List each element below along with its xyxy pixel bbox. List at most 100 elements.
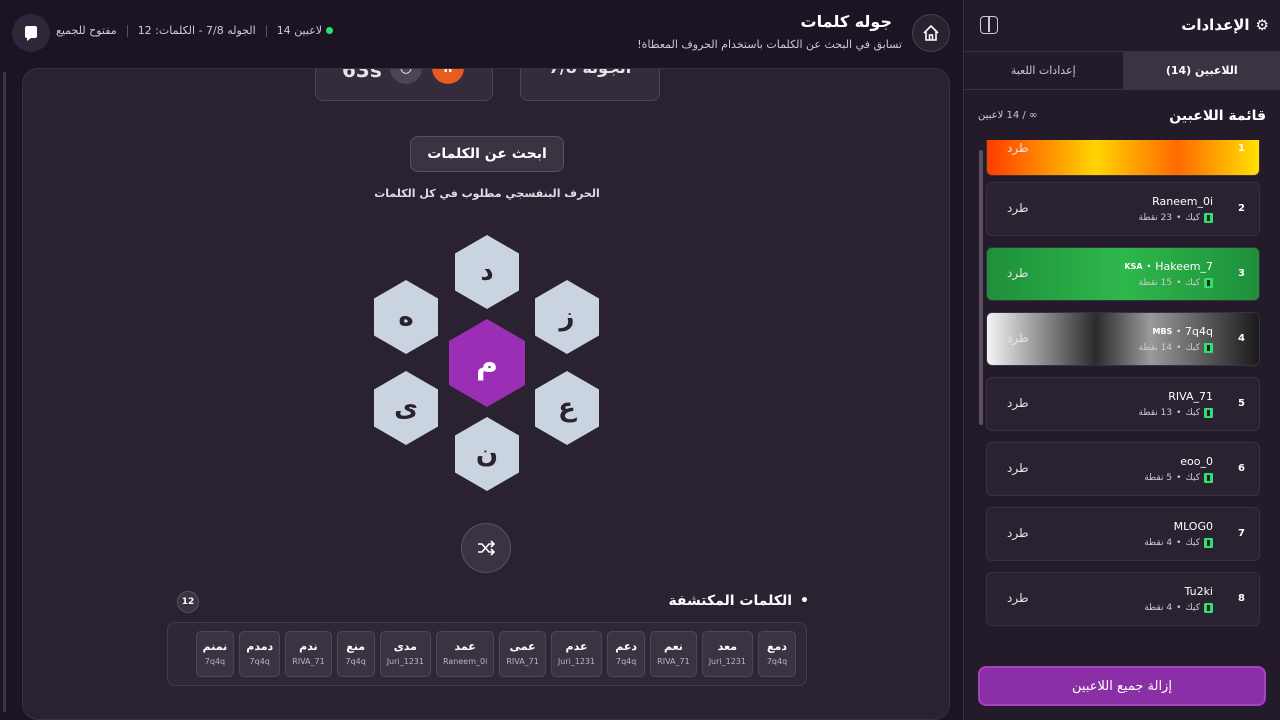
kick-player-button[interactable]: طرد: [1007, 461, 1029, 475]
found-word-chip: نعم RIVA_71: [650, 631, 697, 677]
found-word-chip: عمى RIVA_71: [499, 631, 546, 677]
found-word-text: منع: [346, 640, 366, 653]
player-row: 1 طرد: [986, 140, 1260, 176]
found-word-chip: معد Juri_1231: [701, 631, 753, 677]
player-meta: كيك • 23 نقطة: [1139, 213, 1213, 223]
player-name: MBS • 7q4q: [1152, 325, 1213, 338]
player-name: Raneem_0i: [1152, 195, 1213, 208]
player-meta: كيك • 14 نقطة: [1139, 343, 1213, 353]
game-status-bar: مفتوح للجميع الجوله 7/8 - الكلمات: 12 14…: [56, 24, 334, 37]
gear-icon: ⚙: [1255, 16, 1269, 34]
remove-all-players-button[interactable]: إزالة جميع اللاعبين: [978, 666, 1266, 706]
letter-hex-bottom-right[interactable]: ع: [535, 371, 599, 445]
player-name: RIVA_71: [1168, 390, 1213, 403]
settings-sidebar: ⚙ الإعدادات إعدادات اللعبة اللاعبين (14)…: [963, 0, 1280, 720]
kick-player-button[interactable]: طرد: [1007, 331, 1029, 345]
player-row: 2 Raneem_0i كيك • 23 نقطة طرد: [986, 182, 1260, 236]
shuffle-button[interactable]: [461, 523, 511, 573]
letter-hex-bottom-left[interactable]: ى: [374, 371, 438, 445]
found-word-text: عدم: [565, 640, 588, 653]
page-title: جوله كلمات: [800, 12, 893, 31]
pause-button[interactable]: II: [432, 69, 464, 84]
kick-platform-icon: [1204, 473, 1213, 483]
found-word-text: دمع: [767, 640, 787, 653]
letter-hex-top[interactable]: د: [455, 235, 519, 309]
divider: [265, 24, 267, 37]
player-row: 3 KSA • Hakeem_7 كيك • 15 نقطة طرد: [986, 247, 1260, 301]
players-online-label: 14 لاعبين: [277, 24, 334, 37]
player-rank: 5: [1238, 398, 1245, 409]
found-word-text: دمدم: [246, 640, 274, 653]
round-card: الجوله 7/8: [520, 69, 660, 101]
player-rank: 8: [1238, 593, 1245, 604]
found-word-text: نمنم: [202, 640, 228, 653]
player-rank: 6: [1238, 463, 1245, 474]
letter-hex-bottom[interactable]: ن: [455, 417, 519, 491]
clock-icon: ◷: [390, 69, 422, 84]
kick-player-button[interactable]: طرد: [1007, 591, 1029, 605]
kick-player-button[interactable]: طرد: [1007, 201, 1029, 215]
kick-player-button[interactable]: طرد: [1007, 266, 1029, 280]
player-row: 6 eoo_0 كيك • 5 نقطة طرد: [986, 442, 1260, 496]
found-words-title: الكلمات المكتشفة: [668, 593, 809, 609]
sidebar-tabs: إعدادات اللعبة اللاعبين (14): [964, 52, 1280, 90]
kick-player-button[interactable]: طرد: [1007, 526, 1029, 540]
app-logo-icon: [25, 26, 37, 41]
player-meta: كيك • 4 نقطة: [1144, 538, 1213, 548]
player-meta: كيك • 5 نقطة: [1144, 473, 1213, 483]
found-word-text: عمى: [509, 640, 536, 653]
letter-hex-top-left[interactable]: ه: [374, 280, 438, 354]
found-word-text: نعم: [663, 640, 683, 653]
kick-player-button[interactable]: طرد: [1007, 396, 1029, 410]
player-name: KSA • Hakeem_7: [1124, 260, 1213, 273]
found-word-player: 7q4q: [204, 657, 226, 666]
found-word-chip: منع 7q4q: [336, 631, 375, 677]
found-words-panel: دمع 7q4q معد Juri_1231 نعم RIVA_71 دعم 7q4q عدم J…: [167, 622, 807, 686]
kick-platform-icon: [1204, 603, 1213, 613]
kick-player-button[interactable]: طرد: [1007, 141, 1029, 155]
page-scrollbar[interactable]: [0, 66, 8, 720]
page-subtitle: تسابق في البحث عن الكلمات باستخدام الحرو…: [637, 38, 902, 51]
game-area: 63s ◷ II الجوله 7/8 ابحث عن الكلمات الحر…: [22, 68, 950, 720]
home-button[interactable]: [912, 14, 950, 52]
player-row: 8 Tu2ki كيك • 4 نقطة طرد: [986, 572, 1260, 626]
player-rank: 7: [1238, 528, 1245, 539]
found-word-text: دعم: [615, 640, 638, 653]
found-word-player: RIVA_71: [506, 657, 539, 666]
round-label: الجوله 7/8: [521, 69, 659, 77]
players-count: ∞ / 14 لاعبين: [978, 110, 1038, 121]
kick-platform-icon: [1204, 213, 1213, 223]
found-word-player: Juri_1231: [386, 657, 424, 666]
found-word-player: Juri_1231: [708, 657, 746, 666]
found-count-badge: 12: [177, 591, 199, 613]
kick-platform-icon: [1204, 343, 1213, 353]
player-rank: 4: [1238, 333, 1245, 344]
found-word-chip: عمد Raneem_0i: [436, 631, 495, 677]
sidebar-title: ⚙ الإعدادات: [1181, 16, 1269, 34]
players-scrollbar[interactable]: [979, 150, 983, 425]
found-word-chip: عدم Juri_1231: [550, 631, 603, 677]
found-word-player: 7q4q: [766, 657, 788, 666]
collapse-sidebar-icon[interactable]: [980, 16, 998, 34]
shuffle-icon: [478, 540, 496, 556]
hint-text: الحرف البنفسجي مطلوب في كل الكلمات: [374, 187, 600, 200]
letter-hex-center[interactable]: م: [449, 319, 525, 407]
divider: [126, 24, 128, 37]
kick-platform-icon: [1204, 408, 1213, 418]
player-name: eoo_0: [1180, 455, 1213, 468]
tab-game-settings[interactable]: إعدادات اللعبة: [964, 52, 1123, 89]
found-word-player: 7q4q: [345, 657, 366, 666]
found-word-text: ندم: [299, 640, 318, 653]
tab-players[interactable]: اللاعبين (14): [1122, 52, 1280, 89]
top-header: مفتوح للجميع الجوله 7/8 - الكلمات: 12 14…: [0, 0, 962, 66]
player-rank: 3: [1238, 268, 1245, 279]
found-word-text: معد: [717, 640, 738, 653]
found-word-chip: دمع 7q4q: [758, 631, 796, 677]
app-logo-button[interactable]: [12, 14, 50, 52]
search-words-button[interactable]: ابحث عن الكلمات: [410, 136, 564, 172]
found-word-chip: مدى Juri_1231: [379, 631, 431, 677]
letter-hex-top-right[interactable]: ز: [535, 280, 599, 354]
player-name: MLOG0: [1173, 520, 1213, 533]
found-word-player: 7q4q: [249, 657, 270, 666]
player-tag: KSA: [1124, 262, 1143, 271]
